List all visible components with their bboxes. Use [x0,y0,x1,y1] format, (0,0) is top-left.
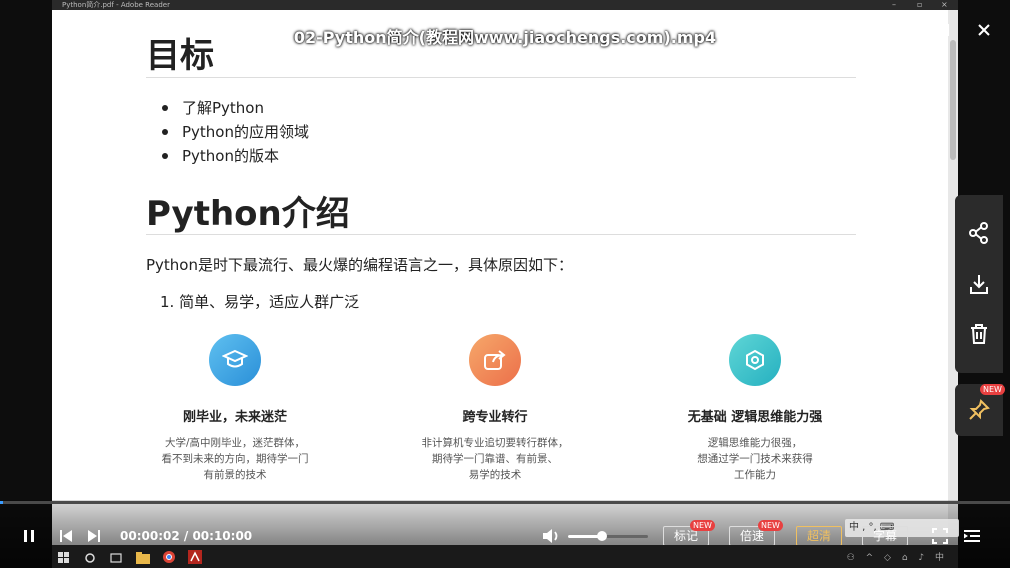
new-badge: NEW [758,520,783,531]
download-button[interactable] [965,270,993,298]
progress-fill [0,501,4,504]
windows-start-icon [58,549,72,563]
maximize-icon: ▫ [917,0,923,9]
file-explorer-icon [136,549,150,564]
feature-title: 无基础 逻辑思维能力强 [687,410,823,425]
feature-desc-line: 工作能力 [734,469,776,481]
numbered-item: 1. 简单、易学，适应人群广泛 [160,293,360,311]
divider [146,77,856,78]
feature-description: 逻辑思维能力很强， 想通过学一门技术来获得 工作能力 [645,435,865,483]
side-action-panel [955,195,1003,373]
pause-button[interactable] [18,525,40,547]
feature-desc-line: 非计算机专业追切要转行群体， [421,437,569,449]
current-time: 00:00:02 [120,529,180,543]
search-circle-icon [84,549,98,563]
volume-button[interactable] [540,525,562,547]
share-button[interactable] [965,219,993,247]
volume-icon [543,529,558,543]
feature-desc-line: 易学的技术 [468,469,522,481]
adobe-reader-icon [188,549,202,564]
windows-taskbar: ⚇ ^ ◇ ⌂ ♪ 中 [52,545,958,568]
video-player: Python简介.pdf - Adobe Reader – ▫ × 目标 了解P… [0,0,1010,568]
scrollbar-thumb[interactable] [950,40,956,160]
playlist-button[interactable] [961,525,983,547]
system-tray: ⚇ ^ ◇ ⌂ ♪ 中 [846,553,948,563]
minimize-button[interactable] [889,18,917,46]
close-icon: × [941,0,948,9]
list-item: 了解Python [162,96,309,120]
bullet-list: 了解Python Python的应用领域 Python的版本 [162,96,309,168]
previous-button[interactable] [56,525,76,547]
feature-card: 无基础 逻辑思维能力强 逻辑思维能力很强， 想通过学一门技术来获得 工作能力 [645,334,865,483]
close-button[interactable] [970,18,998,46]
pdf-window-titlebar: Python简介.pdf - Adobe Reader – ▫ × [52,0,958,10]
skip-back-icon [60,530,72,542]
video-frame[interactable]: Python简介.pdf - Adobe Reader – ▫ × 目标 了解P… [52,0,958,545]
delete-button[interactable] [965,320,993,348]
feature-description: 非计算机专业追切要转行群体， 期待学一门靠谱、有前景、 易学的技术 [385,435,605,483]
feature-desc-line: 看不到未来的方向，期待学一门 [161,453,309,465]
volume-slider[interactable] [568,535,648,538]
total-time: 00:10:00 [192,529,253,543]
molecule-icon [729,334,781,386]
fullscreen-button[interactable] [929,525,951,547]
new-badge: NEW [690,520,715,531]
graduation-cap-icon [209,334,261,386]
fullscreen-icon [932,528,948,544]
subtitle-button[interactable]: 字幕 [862,526,908,546]
feature-desc-line: 期待学一门靠谱、有前景、 [432,453,558,465]
trash-icon [971,324,987,344]
video-title: 02-Python简介(教程网www.jiaochengs.com).mp4 [293,28,717,47]
feature-title: 刚毕业，未来迷茫 [182,410,287,425]
minimize-icon [898,29,908,31]
feature-desc-line: 大学/高中刚毕业，迷茫群体， [164,437,306,449]
skip-forward-icon [88,530,100,542]
next-button[interactable] [84,525,104,547]
time-display: 00:00:02 / 00:10:00 [120,529,252,543]
feature-card: 刚毕业，未来迷茫 大学/高中刚毕业，迷茫群体， 看不到未来的方向，期待学一门 有… [125,334,345,483]
pause-icon [24,530,34,542]
pin-icon [969,399,990,420]
progress-bar[interactable] [0,501,1010,504]
pin-button[interactable] [965,396,993,424]
minimize-icon: – [892,0,896,9]
share-arrow-icon [469,334,521,386]
close-icon [978,24,990,36]
list-item: Python的版本 [162,144,309,168]
list-item: Python的应用领域 [162,120,309,144]
playlist-icon [964,530,980,542]
chrome-icon [162,549,176,563]
new-badge: NEW [980,384,1005,395]
pdf-window-title: Python简介.pdf - Adobe Reader [62,1,170,9]
task-view-icon [110,549,124,563]
heading-python-intro: Python介绍 [146,194,350,234]
download-icon [970,275,988,294]
feature-title: 跨专业转行 [462,410,528,425]
feature-description: 大学/高中刚毕业，迷茫群体， 看不到未来的方向，期待学一门 有前景的技术 [125,435,345,483]
maximize-icon [937,24,949,36]
feature-desc-line: 想通过学一门技术来获得 [697,453,813,465]
volume-knob[interactable] [596,531,607,541]
maximize-button[interactable] [929,18,957,46]
share-icon [969,222,988,244]
divider [146,234,856,235]
quality-button[interactable]: 超清 [796,526,842,546]
feature-desc-line: 有前景的技术 [203,469,267,481]
feature-desc-line: 逻辑思维能力很强， [707,437,803,449]
feature-card: 跨专业转行 非计算机专业追切要转行群体， 期待学一门靠谱、有前景、 易学的技术 [385,334,605,483]
intro-paragraph: Python是时下最流行、最火爆的编程语言之一，具体原因如下： [146,256,573,274]
